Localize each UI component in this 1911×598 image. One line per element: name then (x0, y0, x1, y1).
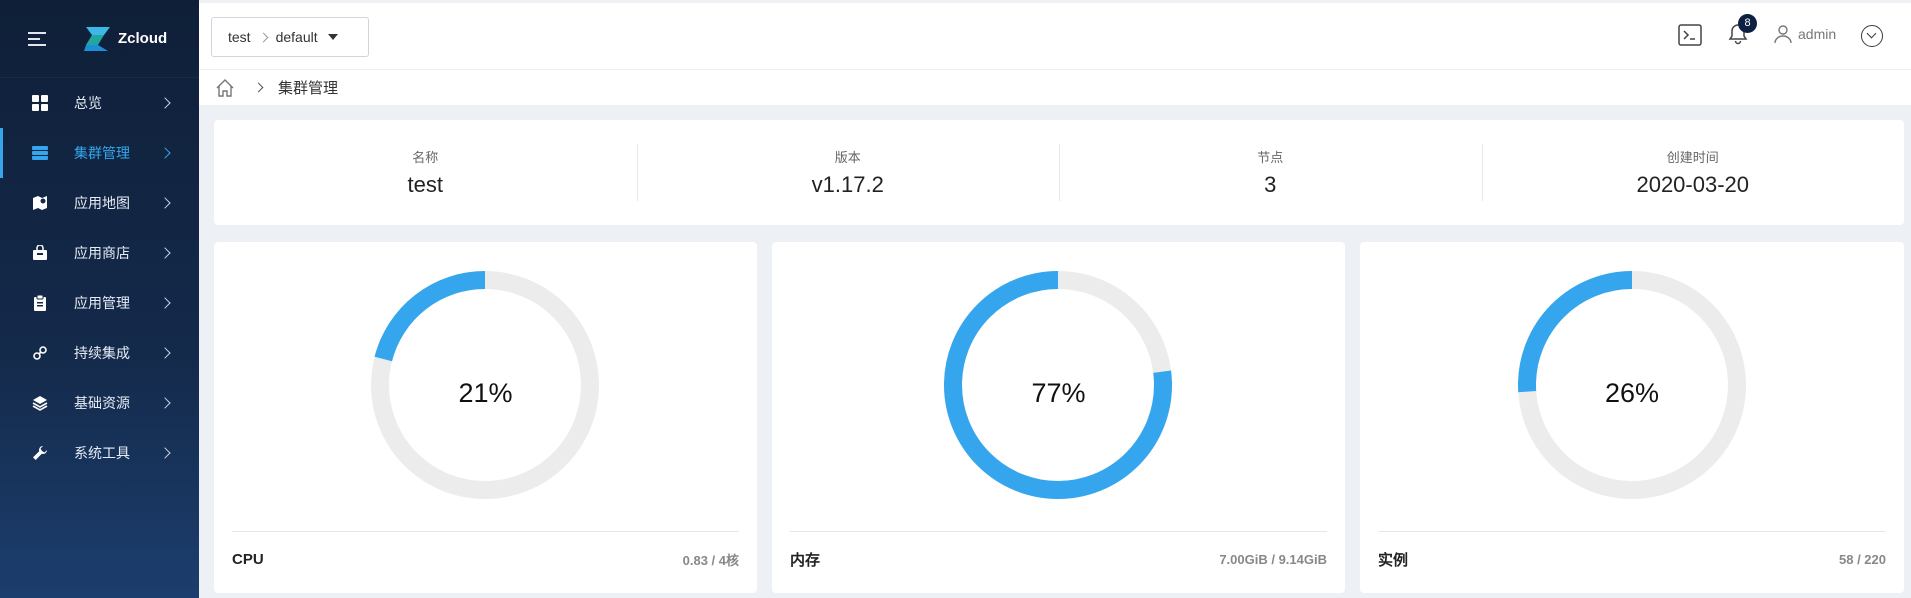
sidebar-item-label: 基础资源 (74, 395, 130, 411)
chevron-right-icon (159, 297, 171, 309)
link-icon (30, 343, 50, 363)
sidebar-item-infrastructure[interactable]: 基础资源 (0, 378, 199, 428)
map-icon (30, 193, 50, 213)
info-value: 2020-03-20 (1636, 172, 1750, 197)
gauge-name: 内存 (790, 552, 821, 569)
main-content: 名称 test 版本 v1.17.2 节点 3 创建时间 2020-03-20 … (199, 105, 1911, 598)
info-cell-nodes: 节点 3 (1059, 120, 1482, 225)
info-value: v1.17.2 (811, 172, 884, 197)
gauge-name: CPU (232, 551, 264, 568)
chevron-right-icon (159, 147, 171, 159)
logo[interactable]: Zcloud (82, 25, 167, 53)
dashboard-grid-icon (30, 93, 50, 113)
chevron-right-icon (253, 82, 264, 93)
gauge-name: 实例 (1378, 552, 1409, 569)
gauge-usage: 7.00GiB / 9.14GiB (1219, 552, 1327, 567)
gauge-footer: 内存 7.00GiB / 9.14GiB (790, 531, 1327, 581)
gauge-card-cpu: 21% CPU 0.83 / 4核 (214, 242, 757, 593)
sidebar-item-label: 总览 (74, 95, 102, 111)
cluster-info-card: 名称 test 版本 v1.17.2 节点 3 创建时间 2020-03-20 (214, 120, 1904, 225)
sidebar-item-app-map[interactable]: 应用地图 (0, 178, 199, 228)
info-cell-created: 创建时间 2020-03-20 (1481, 120, 1905, 225)
gauge-percent: 21% (458, 378, 513, 408)
chevron-right-icon (159, 397, 171, 409)
gauge-card-memory: 77% 内存 7.00GiB / 9.14GiB (772, 242, 1345, 593)
user-icon (1774, 25, 1792, 44)
username: admin (1798, 26, 1837, 42)
chevron-right-icon (258, 32, 269, 42)
sidebar-item-overview[interactable]: 总览 (0, 78, 199, 128)
gauge-footer: CPU 0.83 / 4核 (232, 531, 739, 581)
namespace-selector[interactable]: test default (211, 17, 369, 57)
info-value: 3 (1264, 172, 1277, 197)
menu-toggle-icon[interactable] (28, 31, 46, 46)
clipboard-icon (30, 293, 50, 313)
shopping-bag-icon (30, 243, 50, 263)
sidebar-item-app-management[interactable]: 应用管理 (0, 278, 199, 328)
breadcrumb-current: 集群管理 (278, 80, 339, 97)
sidebar-item-continuous-integration[interactable]: 持续集成 (0, 328, 199, 378)
chevron-down-circle-icon[interactable] (1861, 25, 1883, 47)
sidebar-item-system-tools[interactable]: 系统工具 (0, 428, 199, 478)
zcloud-logo-icon (84, 26, 110, 51)
gauge-usage: 58 / 220 (1839, 552, 1886, 567)
gauge-usage: 0.83 / 4核 (682, 553, 739, 568)
sidebar-item-label: 持续集成 (74, 345, 130, 361)
sidebar-menu: 总览 集群管理 应用地图 应用商店 应用管理 持续集成 基础资源 系统工具 (0, 78, 199, 478)
chevron-right-icon (159, 97, 171, 109)
info-label: 创建时间 (1666, 150, 1719, 165)
chevron-right-icon (159, 447, 171, 459)
gauge-footer: 实例 58 / 220 (1378, 531, 1886, 581)
breadcrumb: 集群管理 (199, 70, 1911, 105)
gauge-percent: 26% (1604, 378, 1660, 408)
sidebar-item-label: 应用管理 (74, 295, 130, 311)
sidebar-item-cluster-management[interactable]: 集群管理 (0, 128, 199, 178)
namespace-name: default (275, 29, 318, 45)
sidebar-item-label: 应用地图 (74, 195, 130, 211)
sidebar-item-label: 应用商店 (74, 245, 130, 261)
app-name: Zcloud (118, 30, 168, 47)
sidebar-item-label: 系统工具 (74, 445, 130, 461)
wrench-icon (30, 443, 50, 463)
layers-icon (30, 393, 50, 413)
sidebar-header: Zcloud (0, 0, 199, 78)
sidebar-item-label: 集群管理 (74, 145, 130, 161)
gauge-percent: 77% (1031, 378, 1086, 408)
notification-badge: 8 (1738, 14, 1757, 33)
info-label: 名称 (412, 150, 439, 165)
info-cell-name: 名称 test (214, 120, 637, 225)
chevron-right-icon (159, 347, 171, 359)
sidebar-item-app-store[interactable]: 应用商店 (0, 228, 199, 278)
topbar: test default (199, 0, 1911, 70)
gauge-card-instances: 26% 实例 58 / 220 (1360, 242, 1904, 593)
info-cell-version: 版本 v1.17.2 (636, 120, 1060, 225)
sidebar: Zcloud 总览 集群管理 应用地图 应用商店 应用管理 持续集成 基础资源 … (0, 0, 199, 598)
terminal-icon[interactable] (1678, 24, 1702, 46)
home-icon[interactable] (215, 78, 235, 98)
info-label: 版本 (834, 150, 861, 165)
server-icon (30, 143, 50, 163)
caret-down-icon (327, 34, 338, 40)
chevron-right-icon (159, 197, 171, 209)
info-value: test (407, 172, 443, 197)
user-menu[interactable]: admin (1774, 24, 1836, 44)
info-label: 节点 (1257, 150, 1284, 165)
cluster-name: test (228, 29, 251, 45)
chevron-right-icon (159, 247, 171, 259)
